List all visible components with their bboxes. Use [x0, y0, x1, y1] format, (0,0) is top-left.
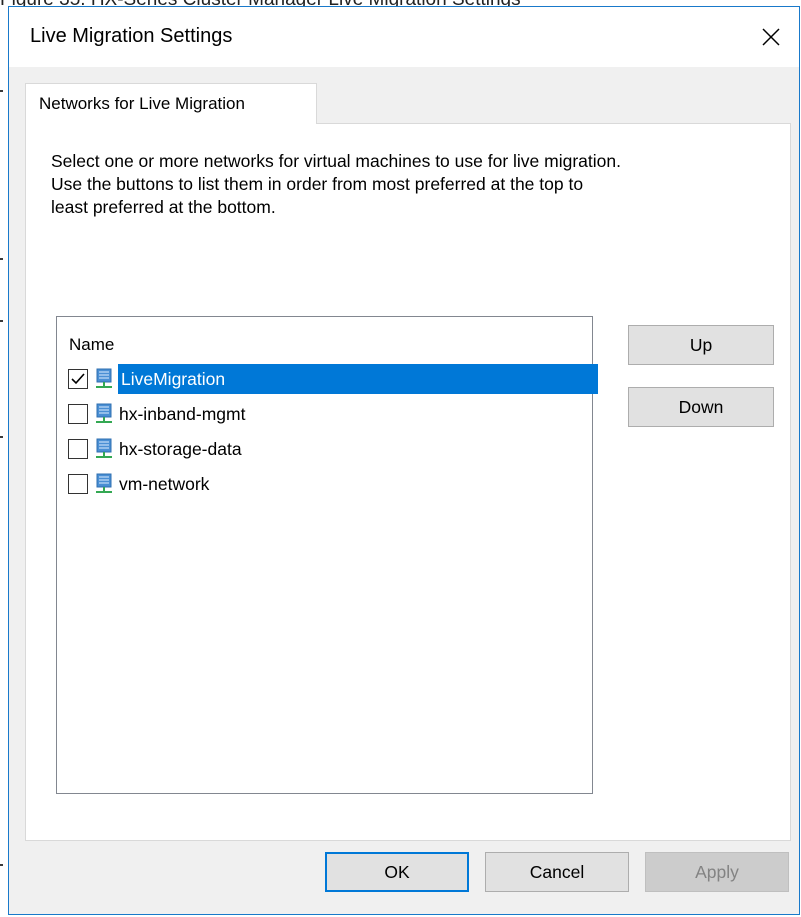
description-text: Select one or more networks for virtual …	[51, 150, 771, 219]
list-item-livemigration[interactable]: LiveMigration	[57, 364, 598, 394]
up-button[interactable]: Up	[628, 325, 774, 365]
list-item-label: hx-inband-mgmt	[119, 404, 246, 424]
live-migration-settings-dialog: Live Migration Settings Networks for Liv…	[8, 6, 800, 915]
title-bar: Live Migration Settings	[9, 7, 799, 67]
check-icon	[71, 373, 85, 385]
name-column-header[interactable]: Name	[69, 335, 114, 355]
network-icon	[93, 403, 115, 425]
list-item-label: vm-network	[119, 474, 210, 494]
checkbox[interactable]	[68, 404, 88, 424]
close-icon	[762, 28, 780, 46]
cancel-button[interactable]: Cancel	[485, 852, 629, 892]
network-icon	[93, 473, 115, 495]
list-item-label: hx-storage-data	[119, 439, 242, 459]
network-icon	[93, 368, 115, 390]
tab-panel: Select one or more networks for virtual …	[25, 123, 791, 841]
list-item-label: LiveMigration	[121, 369, 226, 389]
list-item-vm-network[interactable]: vm-network	[57, 469, 592, 499]
network-icon	[93, 438, 115, 460]
apply-button[interactable]: Apply	[645, 852, 789, 892]
list-item-hx-inband-mgmt[interactable]: hx-inband-mgmt	[57, 399, 592, 429]
dialog-title: Live Migration Settings	[30, 25, 233, 47]
description-line: Use the buttons to list them in order fr…	[51, 174, 584, 194]
tab-label: Networks for Live Migration	[39, 94, 245, 113]
down-button[interactable]: Down	[628, 387, 774, 427]
list-item-hx-storage-data[interactable]: hx-storage-data	[57, 434, 592, 464]
network-list[interactable]: Name LiveMigration hx-inband-mgmt hx-sto	[56, 316, 598, 794]
close-button[interactable]	[743, 7, 799, 67]
description-line: least preferred at the bottom.	[51, 197, 276, 217]
tab-networks-for-live-migration[interactable]: Networks for Live Migration	[25, 83, 317, 124]
description-line: Select one or more networks for virtual …	[51, 151, 621, 171]
checkbox[interactable]	[68, 474, 88, 494]
checkbox[interactable]	[68, 439, 88, 459]
checkbox[interactable]	[68, 369, 88, 389]
ok-button[interactable]: OK	[325, 852, 469, 892]
